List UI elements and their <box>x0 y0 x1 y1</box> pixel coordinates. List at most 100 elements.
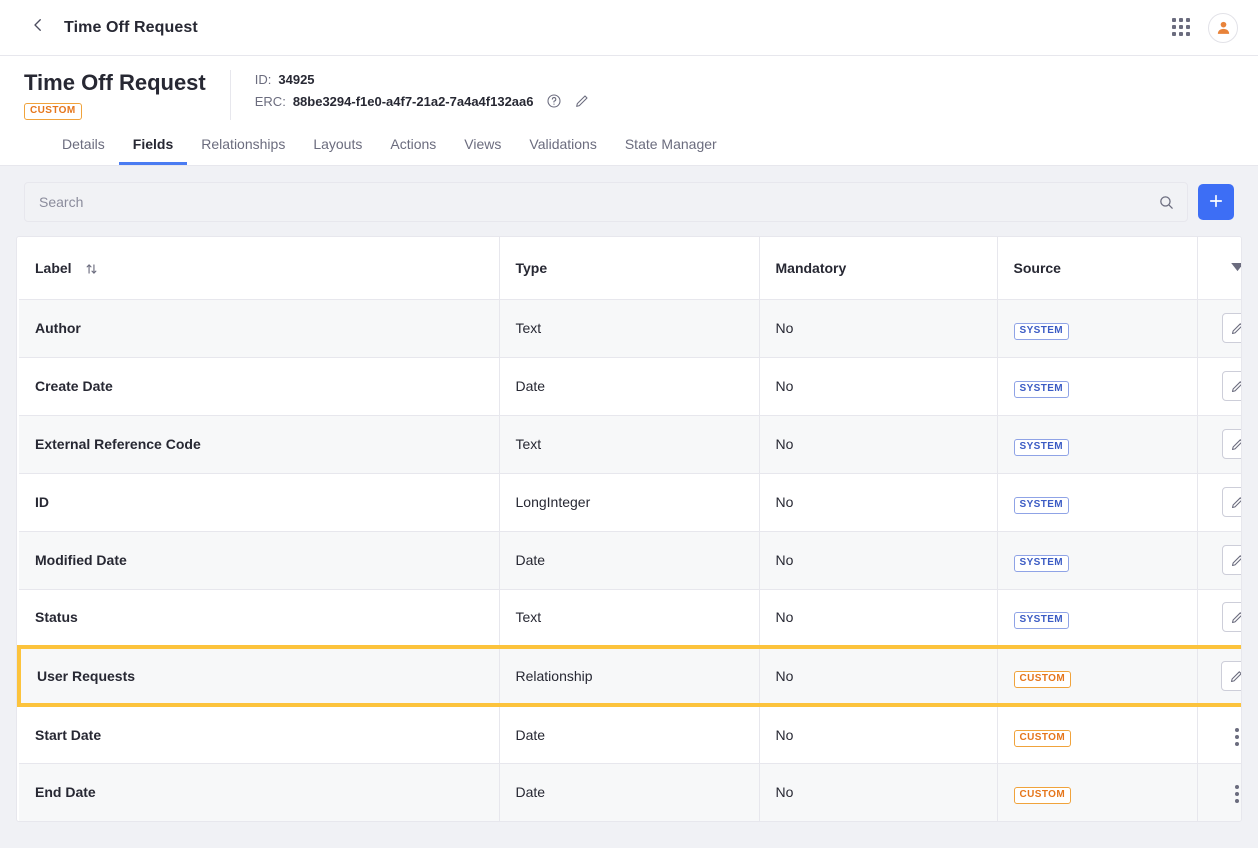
cell-action <box>1197 531 1241 590</box>
fields-table: Label Type Mandatory Source Author Text … <box>17 237 1241 821</box>
caret-down-icon[interactable] <box>1214 263 1241 272</box>
fields-table-container: Label Type Mandatory Source Author Text … <box>0 236 1258 822</box>
plus-icon <box>1207 192 1225 213</box>
sort-arrows-icon[interactable] <box>85 262 98 276</box>
cell-action <box>1197 705 1241 764</box>
row-edit-button[interactable] <box>1222 371 1241 401</box>
search-input[interactable] <box>39 194 1158 210</box>
cell-action <box>1197 299 1241 358</box>
user-avatar-icon[interactable] <box>1208 12 1238 43</box>
cell-mandatory: No <box>759 763 998 821</box>
tab-validations[interactable]: Validations <box>515 130 610 165</box>
cell-action <box>1197 473 1241 532</box>
erc-value: 88be3294-f1e0-a4f7-21a2-7a4a4f132aa6 <box>292 93 534 109</box>
cell-source: SYSTEM <box>997 357 1198 416</box>
cell-type: Text <box>499 589 760 648</box>
source-badge: SYSTEM <box>1013 612 1070 630</box>
row-more-options-icon[interactable] <box>1223 723 1241 751</box>
tab-views[interactable]: Views <box>450 130 515 165</box>
column-header-source[interactable]: Source <box>997 237 1198 300</box>
cell-label: End Date <box>19 763 500 821</box>
cell-action <box>1197 589 1241 648</box>
cell-mandatory: No <box>759 531 998 590</box>
table-row-highlighted[interactable]: User Requests Relationship No CUSTOM <box>17 645 1241 707</box>
source-badge: SYSTEM <box>1013 381 1070 398</box>
cell-source: CUSTOM <box>997 763 1198 821</box>
table-header-row: Label Type Mandatory Source <box>19 237 1241 300</box>
row-edit-button[interactable] <box>1222 602 1241 633</box>
page-header-title-block: Time Off Request CUSTOM <box>24 70 231 120</box>
tab-fields[interactable]: Fields <box>118 130 188 165</box>
column-header-mandatory[interactable]: Mandatory <box>759 237 998 300</box>
back-button[interactable] <box>24 14 52 42</box>
question-circle-icon[interactable] <box>546 93 562 109</box>
search-box[interactable] <box>24 182 1188 222</box>
table-row[interactable]: External Reference Code Text No SYSTEM <box>19 415 1241 474</box>
add-field-button[interactable] <box>1198 184 1234 220</box>
tab-details[interactable]: Details <box>48 130 119 165</box>
source-badge: SYSTEM <box>1013 497 1070 514</box>
source-badge: CUSTOM <box>1013 787 1072 805</box>
erc-edit-pencil-icon[interactable] <box>574 93 590 109</box>
tab-state-manager[interactable]: State Manager <box>611 130 731 165</box>
cell-source: SYSTEM <box>997 473 1198 532</box>
cell-type: LongInteger <box>499 473 760 532</box>
tab-actions[interactable]: Actions <box>376 130 450 165</box>
id-value: 34925 <box>278 72 315 87</box>
grid-apps-icon[interactable] <box>1172 17 1192 38</box>
cell-source: SYSTEM <box>997 299 1198 358</box>
cell-label: ID <box>19 473 500 532</box>
source-badge: SYSTEM <box>1013 439 1070 456</box>
tab-layouts[interactable]: Layouts <box>299 130 376 165</box>
row-edit-button[interactable] <box>1222 487 1241 517</box>
page-header: Time Off Request CUSTOM ID: 34925 ERC: 8… <box>0 56 1258 166</box>
cell-type: Date <box>499 531 760 590</box>
table-row[interactable]: Create Date Date No SYSTEM <box>19 357 1241 416</box>
row-edit-button[interactable] <box>1222 545 1241 575</box>
cell-type: Text <box>499 299 760 358</box>
column-header-filter[interactable] <box>1197 237 1241 300</box>
cell-type: Date <box>499 763 760 821</box>
cell-source: CUSTOM <box>997 705 1198 764</box>
table-row[interactable]: End Date Date No CUSTOM <box>19 763 1241 821</box>
row-more-options-icon[interactable] <box>1223 780 1241 808</box>
row-edit-button[interactable] <box>1221 661 1241 691</box>
cell-source: SYSTEM <box>997 531 1198 590</box>
column-header-label[interactable]: Label <box>19 237 500 300</box>
column-header-type[interactable]: Type <box>499 237 760 300</box>
cell-action <box>1197 415 1241 474</box>
fields-table-card: Label Type Mandatory Source Author Text … <box>16 236 1242 822</box>
cell-mandatory: No <box>759 415 998 474</box>
cell-mandatory: No <box>759 705 998 764</box>
cell-type: Date <box>499 705 760 764</box>
search-icon[interactable] <box>1158 194 1175 211</box>
tab-bar: Details Fields Relationships Layouts Act… <box>24 120 1234 165</box>
cell-label: Start Date <box>19 705 500 764</box>
row-edit-button[interactable] <box>1222 429 1241 459</box>
page-header-meta: ID: 34925 ERC: 88be3294-f1e0-a4f7-21a2-7… <box>231 70 590 115</box>
row-edit-button[interactable] <box>1222 313 1241 343</box>
table-row[interactable]: Author Text No SYSTEM <box>19 299 1241 358</box>
cell-label: Author <box>19 299 500 358</box>
table-row[interactable]: Modified Date Date No SYSTEM <box>19 531 1241 590</box>
id-label: ID: <box>254 72 272 87</box>
cell-type: Date <box>499 357 760 416</box>
cell-mandatory: No <box>759 473 998 532</box>
tab-relationships[interactable]: Relationships <box>187 130 299 165</box>
cell-source: SYSTEM <box>997 589 1198 648</box>
cell-mandatory: No <box>759 645 998 707</box>
source-badge: CUSTOM <box>1013 671 1072 688</box>
cell-type: Relationship <box>499 645 760 707</box>
page-title: Time Off Request <box>24 70 206 95</box>
cell-action <box>1197 357 1241 416</box>
table-row[interactable]: ID LongInteger No SYSTEM <box>19 473 1241 532</box>
cell-label: External Reference Code <box>19 415 500 474</box>
erc-row: ERC: 88be3294-f1e0-a4f7-21a2-7a4a4f132aa… <box>255 93 590 109</box>
cell-label: User Requests <box>17 645 500 707</box>
cell-label: Modified Date <box>19 531 500 590</box>
table-row[interactable]: Start Date Date No CUSTOM <box>19 705 1241 764</box>
app-bar-actions <box>1172 12 1238 43</box>
chevron-left-icon <box>29 16 47 39</box>
fields-table-body: Author Text No SYSTEM Create Date Date N… <box>17 299 1241 821</box>
table-row[interactable]: Status Text No SYSTEM <box>19 589 1241 648</box>
